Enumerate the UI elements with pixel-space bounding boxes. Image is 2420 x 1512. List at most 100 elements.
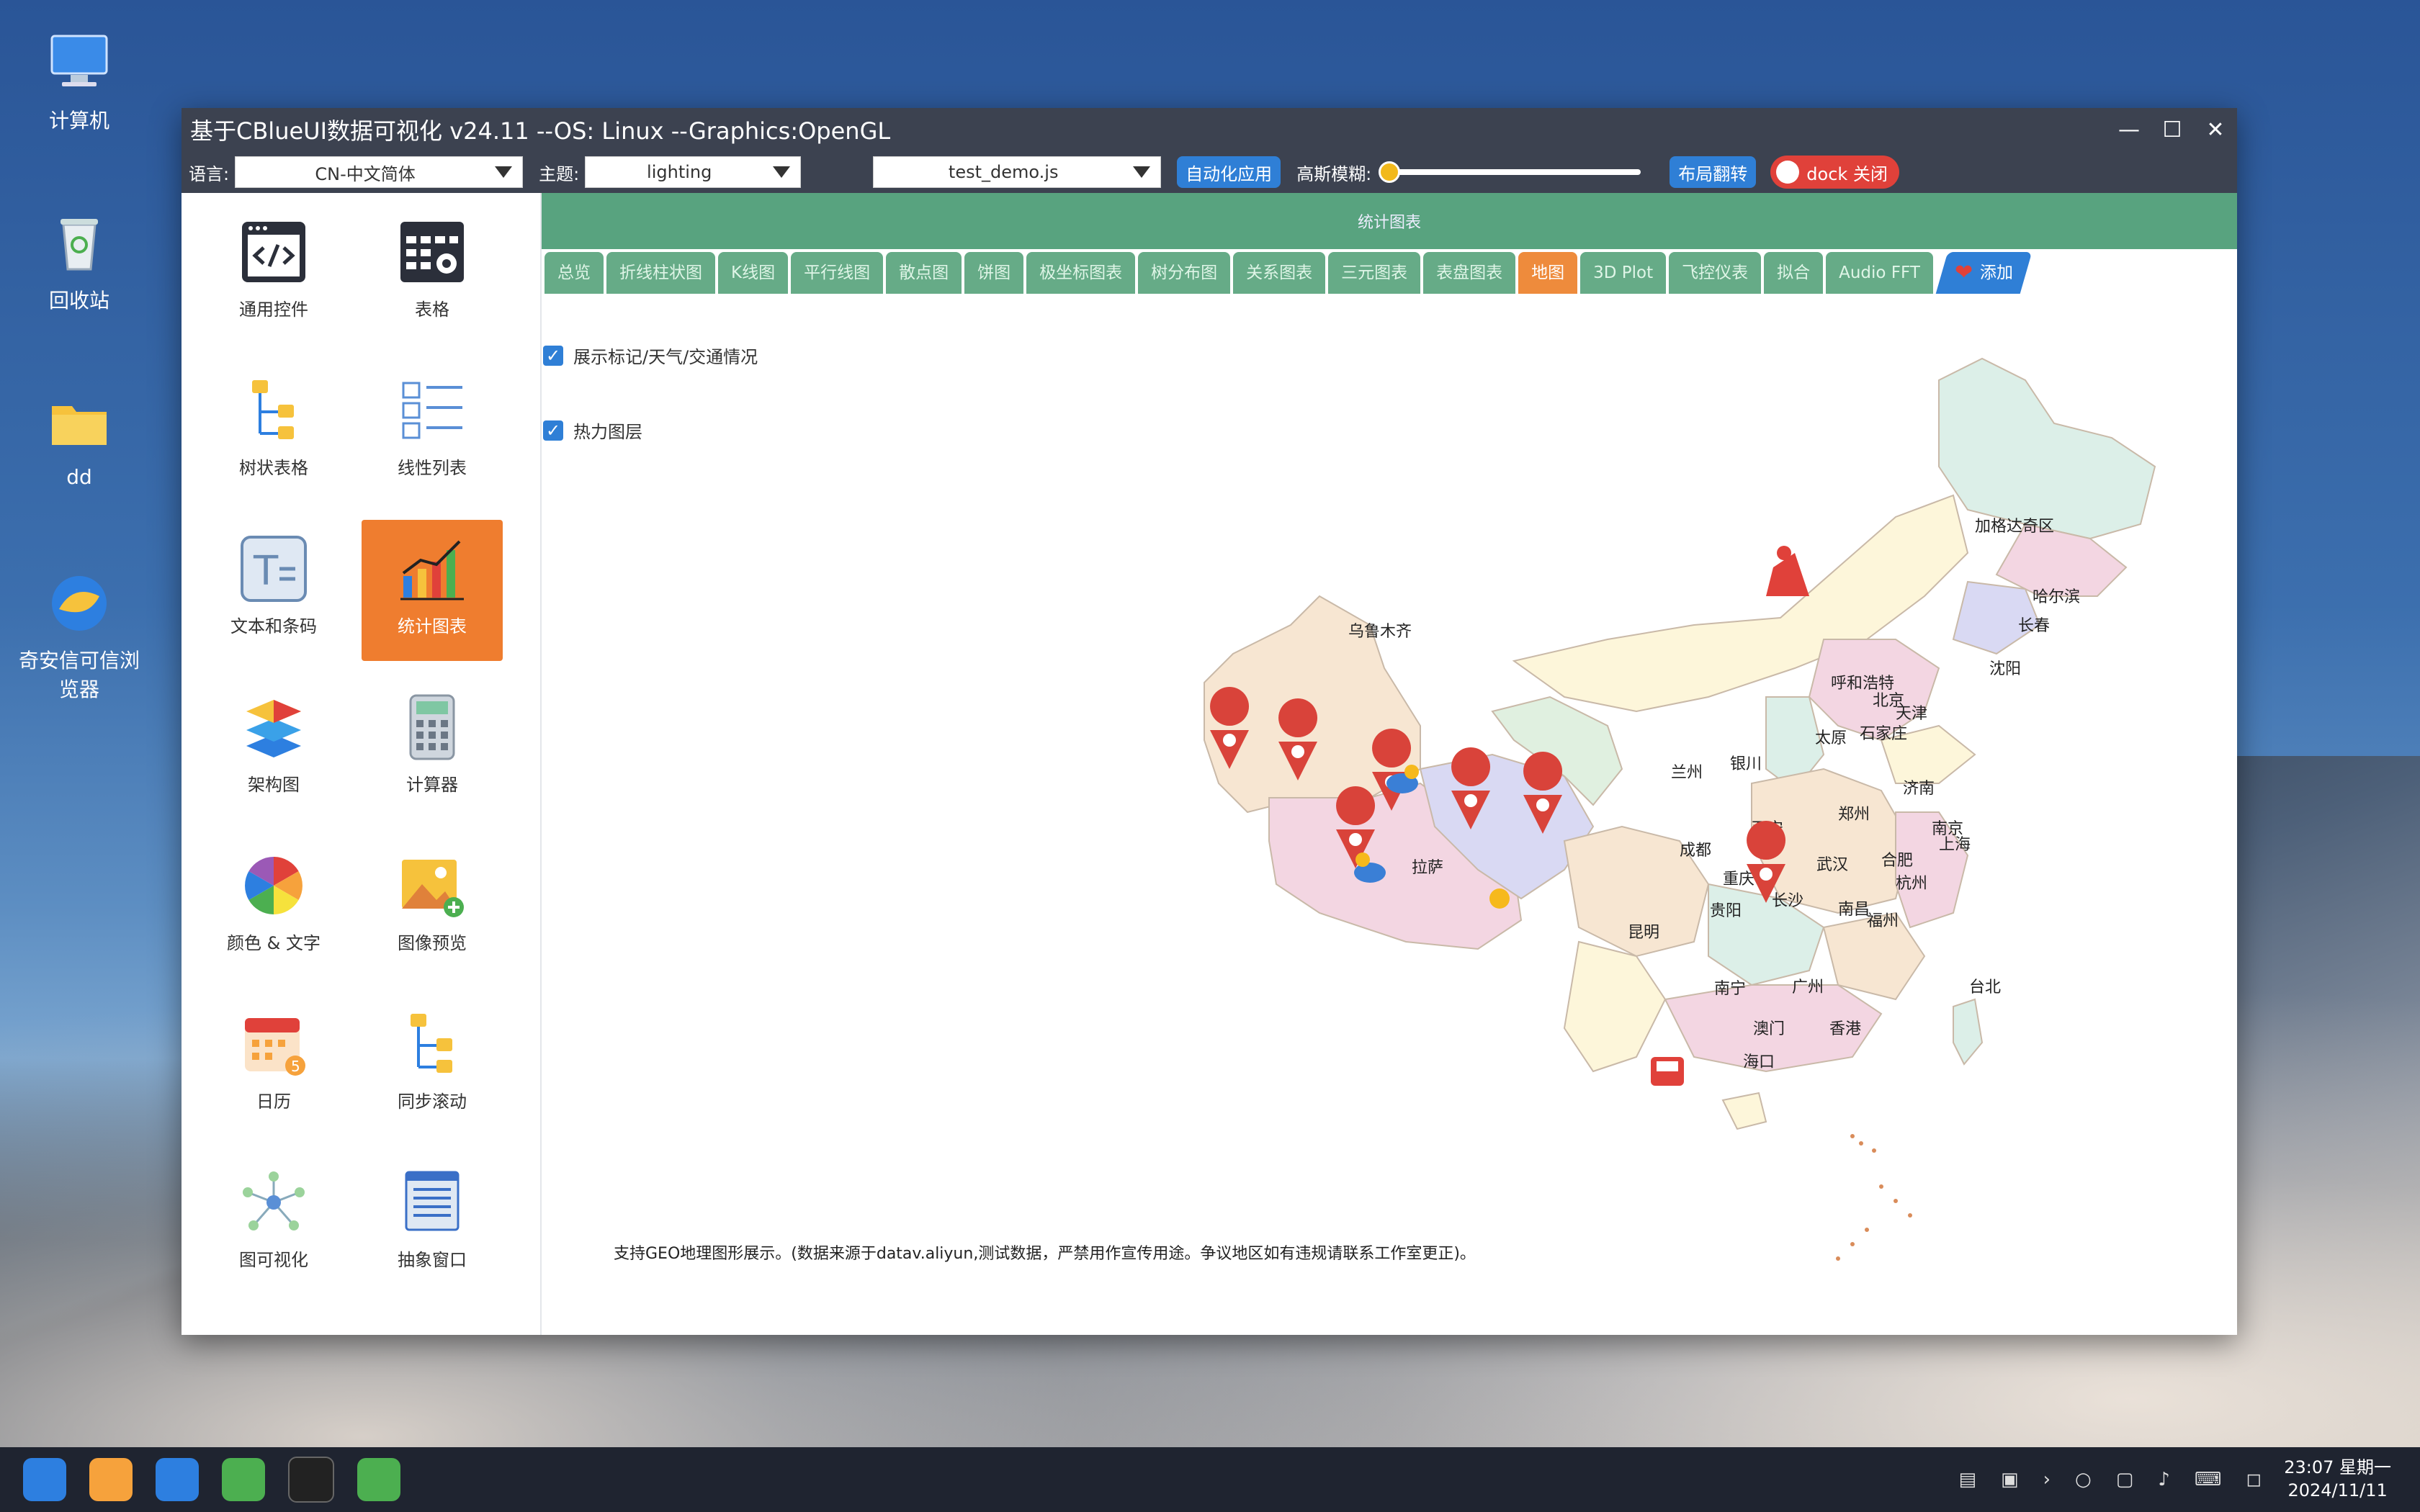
- city-label: 福州: [1867, 912, 1899, 930]
- city-label: 乌鲁木齐: [1348, 623, 1412, 641]
- calendar-icon: 5: [238, 1008, 310, 1080]
- maximize-button[interactable]: ☐: [2151, 108, 2194, 151]
- sync-scroll-icon: [396, 1008, 468, 1080]
- city-label: 广州: [1792, 978, 1824, 996]
- close-button[interactable]: ✕: [2194, 108, 2237, 151]
- svg-text:5: 5: [291, 1058, 300, 1075]
- app-window: 基于CBlueUI数据可视化 v24.11 --OS: Linux --Grap…: [182, 108, 2237, 1335]
- clipboard-icon[interactable]: ▣: [2001, 1469, 2019, 1490]
- sidebar-item-abstract-window[interactable]: 抽象窗口: [362, 1153, 503, 1295]
- dropdown-arrow-icon: [773, 166, 791, 178]
- minimize-button[interactable]: —: [2107, 108, 2151, 151]
- terminal-icon[interactable]: [288, 1457, 334, 1503]
- calculator-icon: [396, 691, 468, 763]
- footer-note: 支持GEO地理图形展示。(数据来源于datav.aliyun,测试数据，严禁用作…: [614, 1245, 1476, 1263]
- city-label: 上海: [1939, 836, 1971, 854]
- city-label: 太原: [1815, 729, 1847, 747]
- sidebar-item-calendar[interactable]: 5 日历: [203, 995, 344, 1136]
- sidebar-item-color-text[interactable]: 颜色 & 文字: [203, 837, 344, 978]
- city-label: 香港: [1829, 1020, 1861, 1038]
- city-label: 贵阳: [1710, 902, 1742, 920]
- layout-flip-button[interactable]: 布局翻转: [1670, 156, 1757, 188]
- desktop-icon-label: dd: [66, 465, 92, 489]
- city-label: 成都: [1680, 842, 1711, 860]
- search-icon[interactable]: ○: [2075, 1469, 2092, 1490]
- clock[interactable]: 23:07 星期一 2024/11/11: [2284, 1456, 2391, 1502]
- blur-label: 高斯模糊:: [1296, 163, 1372, 184]
- color-wheel-icon: [238, 850, 310, 922]
- language-label: 语言:: [189, 163, 230, 184]
- china-map[interactable]: 加格达奇区 哈尔滨 长春 沈阳 乌鲁木齐 呼和浩特 北京 天津 石家庄 太原 银…: [542, 193, 2237, 1335]
- city-label: 武汉: [1816, 856, 1848, 874]
- clock-time: 23:07 星期一: [2284, 1457, 2391, 1477]
- blur-slider[interactable]: [1379, 161, 1641, 183]
- city-label: 长春: [2018, 617, 2050, 635]
- mail-icon[interactable]: [222, 1458, 265, 1501]
- script-value: test_demo.js: [948, 162, 1059, 182]
- app-a-icon[interactable]: [357, 1458, 400, 1501]
- desktop-icon-recycle-bin[interactable]: 回收站: [14, 209, 144, 314]
- bar-chart-icon: [396, 533, 468, 605]
- table-settings-icon: [396, 216, 468, 288]
- sidebar-item-image-preview[interactable]: 图像预览: [362, 837, 503, 978]
- auto-apply-button[interactable]: 自动化应用: [1177, 156, 1281, 188]
- desktop-icon-computer[interactable]: 计算机: [14, 29, 144, 134]
- language-value: CN-中文简体: [315, 163, 416, 184]
- sidebar-item-label: 表格: [415, 300, 449, 320]
- sidebar-item-label: 同步滚动: [398, 1092, 467, 1112]
- browser-icon[interactable]: [156, 1458, 199, 1501]
- sidebar-item-label: 图可视化: [239, 1250, 308, 1270]
- sidebar: 通用控件 表格 树状表格 线性列表 T 文本和条码 统计图表 架构图 计算器 颜…: [182, 193, 542, 1335]
- sidebar-item-table[interactable]: 表格: [362, 203, 503, 344]
- desktop-icon-label: 奇安信可信浏览器: [18, 649, 140, 701]
- file-manager-icon[interactable]: [89, 1458, 133, 1501]
- desktop-icon-browser[interactable]: 奇安信可信浏览器: [14, 569, 144, 703]
- sidebar-item-label: 架构图: [248, 775, 300, 795]
- region-taiwan: [1953, 998, 1984, 1066]
- graph-icon: [238, 1166, 310, 1238]
- title-bar: 基于CBlueUI数据可视化 v24.11 --OS: Linux --Grap…: [182, 108, 2237, 151]
- theme-value: lighting: [647, 162, 712, 182]
- notification-icon[interactable]: ◻: [2246, 1469, 2262, 1490]
- city-label: 合肥: [1881, 852, 1913, 870]
- sidebar-item-text-barcode[interactable]: T 文本和条码: [203, 520, 344, 661]
- computer-icon: [45, 29, 114, 98]
- city-label: 天津: [1896, 705, 1927, 723]
- sidebar-item-tree-table[interactable]: 树状表格: [203, 361, 344, 503]
- sidebar-item-graph-visualization[interactable]: 图可视化: [203, 1153, 344, 1295]
- script-select[interactable]: test_demo.js: [873, 156, 1162, 188]
- sidebar-item-statistics-chart[interactable]: 统计图表: [362, 520, 503, 661]
- chevron-right-icon[interactable]: ›: [2043, 1469, 2051, 1490]
- region-heilongjiang: [1938, 357, 2156, 540]
- volume-icon[interactable]: ♪: [2158, 1469, 2170, 1490]
- toggle-knob: [1776, 161, 1800, 184]
- launcher-icon[interactable]: [23, 1458, 66, 1501]
- layers-icon: [238, 691, 310, 763]
- theme-select[interactable]: lighting: [585, 156, 802, 188]
- document-icon[interactable]: ▤: [1958, 1469, 1976, 1490]
- dropdown-arrow-icon: [1133, 166, 1151, 178]
- blur-slider-knob[interactable]: [1379, 161, 1401, 183]
- keyboard-icon[interactable]: ⌨: [2195, 1469, 2222, 1490]
- dock-close-toggle[interactable]: dock 关闭: [1770, 156, 1899, 189]
- dock-close-label: dock 关闭: [1806, 163, 1888, 184]
- language-select[interactable]: CN-中文简体: [235, 156, 524, 188]
- city-label: 兰州: [1671, 764, 1703, 782]
- system-tray: ▤ ▣ › ○ ▢ ♪ ⌨ ◻: [1934, 1447, 2262, 1512]
- content-area: 统计图表 总览 折线柱状图 K线图 平行线图 散点图 饼图 极坐标图表 树分布图…: [542, 193, 2237, 1335]
- sidebar-item-sync-scroll[interactable]: 同步滚动: [362, 995, 503, 1136]
- sidebar-item-calculator[interactable]: 计算器: [362, 678, 503, 819]
- sidebar-item-linear-list[interactable]: 线性列表: [362, 361, 503, 503]
- sidebar-item-label: 图像预览: [398, 933, 467, 953]
- taskbar: ▤ ▣ › ○ ▢ ♪ ⌨ ◻ 23:07 星期一 2024/11/11: [0, 1447, 2420, 1512]
- city-label: 沈阳: [1989, 660, 2021, 678]
- desktop-icon-folder[interactable]: dd: [14, 389, 144, 489]
- image-preview-icon: [396, 850, 468, 922]
- sidebar-item-general-controls[interactable]: 通用控件: [203, 203, 344, 344]
- sidebar-item-architecture[interactable]: 架构图: [203, 678, 344, 819]
- network-icon[interactable]: ▢: [2116, 1469, 2134, 1490]
- construction-worker-icon: [1766, 546, 1809, 596]
- city-label: 海口: [1743, 1053, 1775, 1071]
- sidebar-item-label: 树状表格: [239, 458, 308, 478]
- folder-icon: [45, 389, 114, 458]
